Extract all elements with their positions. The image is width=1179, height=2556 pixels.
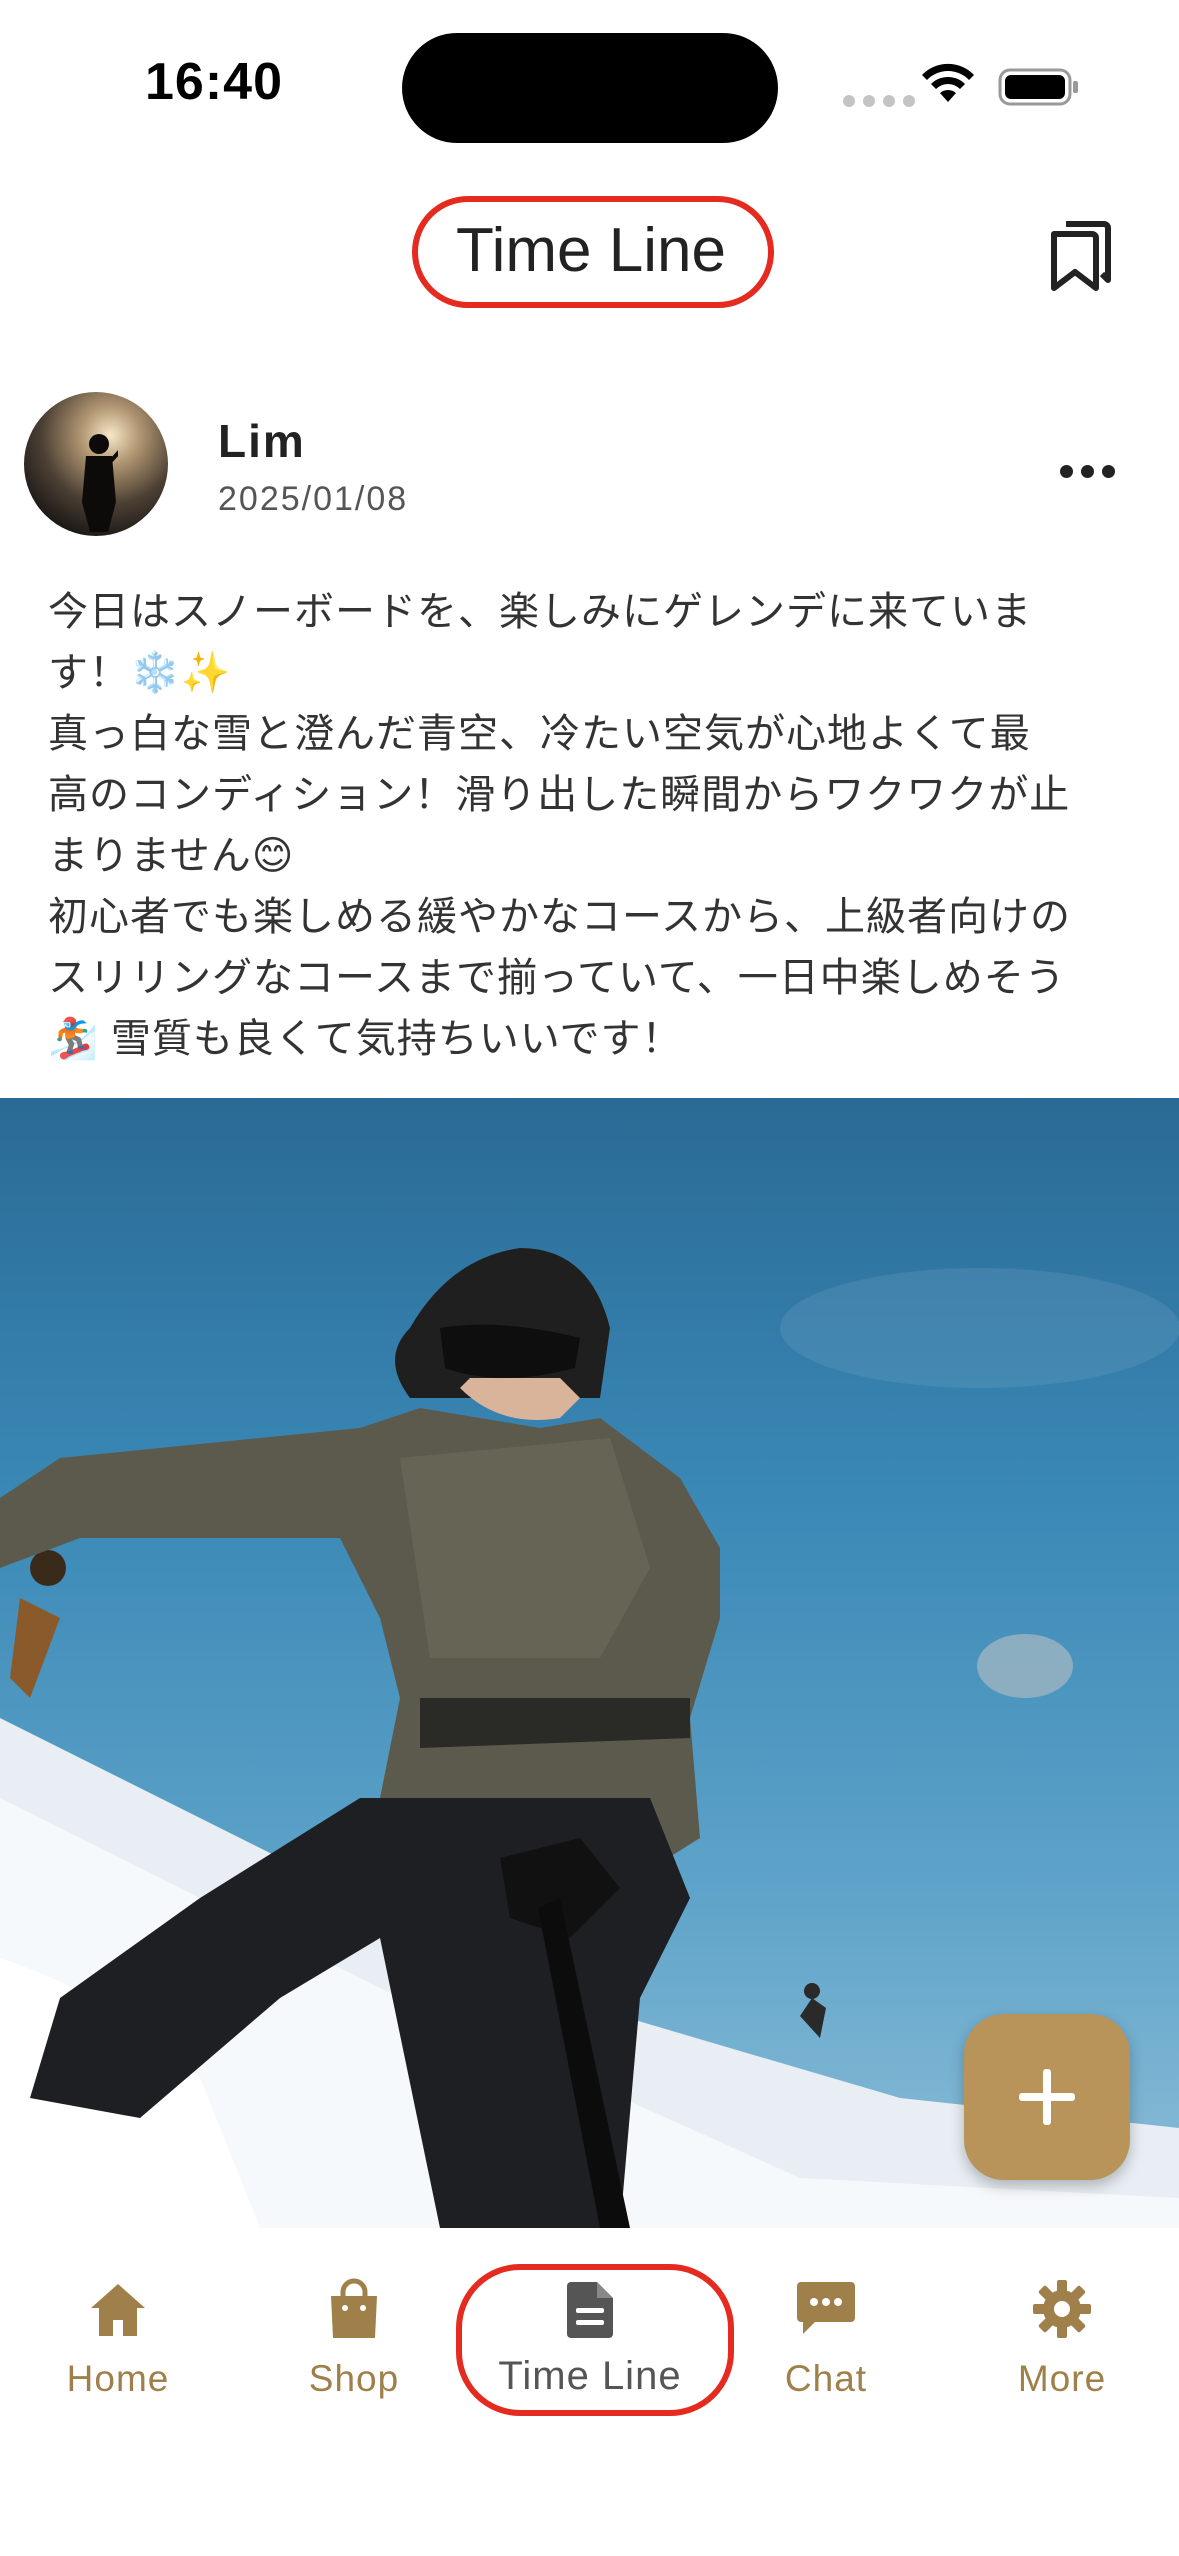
status-time: 16:40 [145, 53, 283, 111]
post-body-line: 今日はスノーボードを、楽しみにゲレンデに来ていま [48, 590, 1032, 634]
more-horizontal-icon[interactable] [1060, 456, 1120, 486]
chat-bubble-icon [797, 2282, 855, 2334]
gear-icon [1033, 2280, 1091, 2338]
home-icon [91, 2284, 145, 2336]
post-body-line: 🏂 雪質も良くて気持ちいいです！ [48, 1017, 683, 1061]
tab-chat-label: Chat [784, 2358, 868, 2399]
author-name[interactable]: Lim [218, 414, 306, 468]
post-body-line: す！❄️✨ [48, 651, 232, 695]
title-highlight-ring [412, 196, 774, 308]
post-body-line: 高のコンディション！滑り出した瞬間からワクワクが止 [48, 773, 1071, 817]
status-bar: 16:40 [0, 0, 1179, 170]
add-post-button[interactable] [964, 2014, 1130, 2180]
post-body-line: 初心者でも楽しめる緩やかなコースから、上級者向けの [48, 895, 1071, 939]
post-date: 2025/01/08 [218, 480, 409, 518]
plus-icon [1019, 2069, 1075, 2125]
tab-more-label: More [1017, 2358, 1107, 2399]
wifi-icon [922, 63, 974, 102]
avatar-silhouette [82, 434, 118, 532]
cellular-signal-icon [843, 95, 915, 107]
app-header: Time Line [0, 170, 1179, 350]
shopping-bag-icon [331, 2278, 377, 2338]
post-header: Lim 2025/01/08 [0, 380, 1179, 540]
post-body-line: スリリングなコースまで揃っていて、一日中楽しめそう [48, 956, 1066, 1000]
tab-chat[interactable]: Chat [726, 2278, 926, 2438]
battery-icon [998, 68, 1078, 106]
tab-home-label: Home [66, 2358, 170, 2399]
bookmark-icon[interactable] [1046, 216, 1116, 292]
tab-more[interactable]: More [962, 2278, 1162, 2438]
tab-shop-label: Shop [308, 2358, 400, 2399]
active-tab-highlight-ring [456, 2264, 734, 2416]
post-body-line: 真っ白な雪と澄んだ青空、冷たい空気が心地よくて最 [48, 712, 1031, 756]
tab-shop[interactable]: Shop [254, 2278, 454, 2438]
avatar[interactable] [24, 392, 168, 536]
bottom-tab-bar: Home Shop Time Line Chat More [0, 2228, 1179, 2556]
dynamic-island [402, 33, 778, 143]
post-body: 今日はスノーボードを、楽しみにゲレンデに来ていま す！❄️✨ 真っ白な雪と澄んだ… [48, 582, 1148, 1070]
tab-home[interactable]: Home [18, 2278, 218, 2438]
post-body-line: まりません😊 [48, 834, 295, 878]
